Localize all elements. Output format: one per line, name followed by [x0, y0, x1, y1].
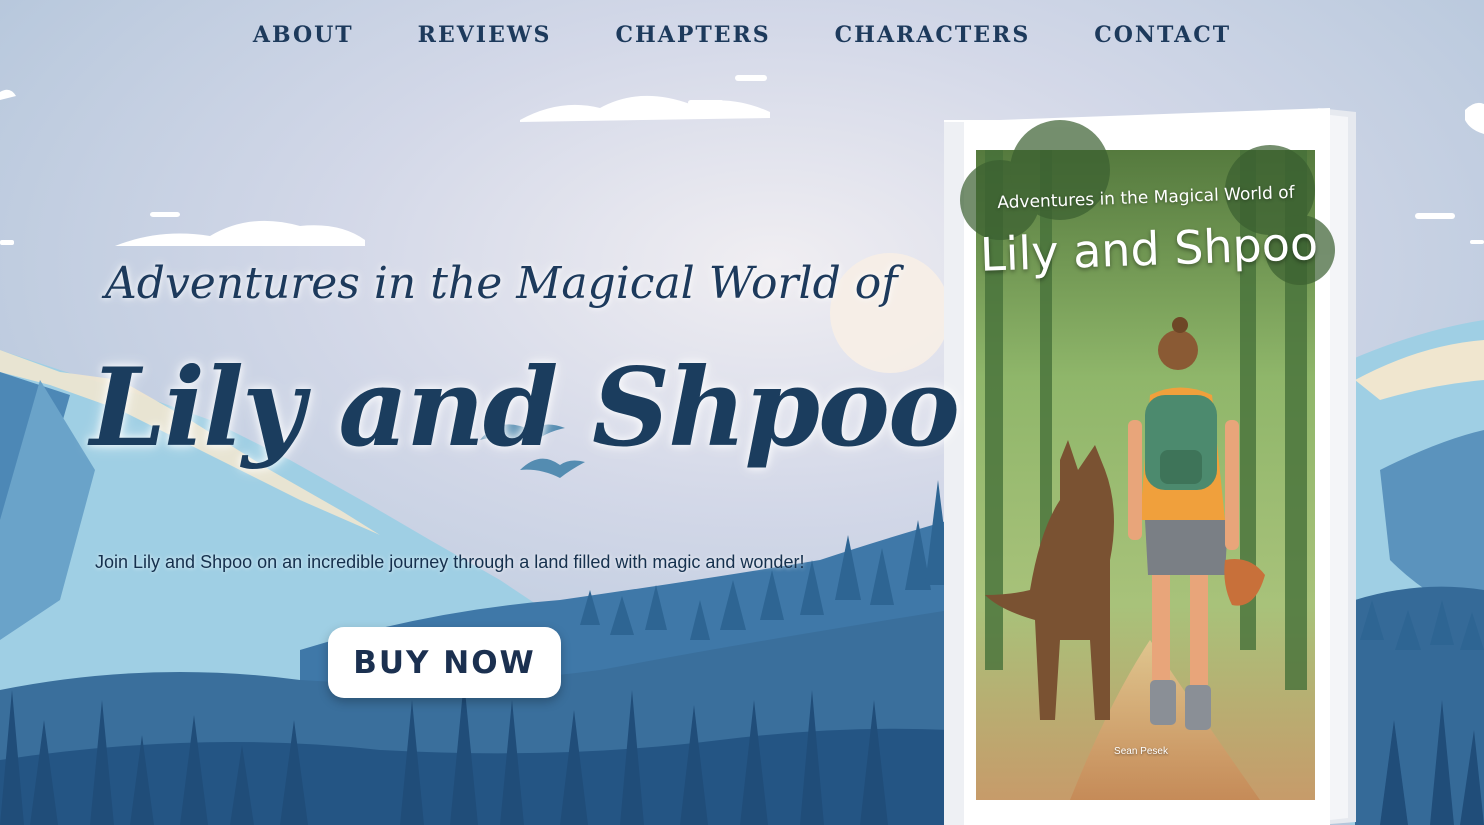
nav-chapters[interactable]: CHAPTERS [615, 22, 770, 48]
hero-subtitle: Adventures in the Magical World of [105, 258, 898, 309]
book-cover-title: Lily and Shpoo [979, 216, 1319, 282]
buy-now-button[interactable]: BUY NOW [328, 627, 561, 698]
nav-about[interactable]: ABOUT [253, 22, 354, 48]
nav-reviews[interactable]: REVIEWS [418, 22, 552, 48]
hero-description: Join Lily and Shpoo on an incredible jou… [95, 552, 805, 572]
hero-title: Lily and Shpoo [90, 345, 960, 471]
book-cover-author: Sean Pesek [1114, 746, 1168, 757]
book-cover-image [944, 108, 1356, 825]
main-navigation: ABOUT REVIEWS CHAPTERS CHARACTERS CONTAC… [0, 0, 1484, 70]
nav-contact[interactable]: CONTACT [1094, 22, 1231, 48]
nav-characters[interactable]: CHARACTERS [835, 22, 1031, 48]
